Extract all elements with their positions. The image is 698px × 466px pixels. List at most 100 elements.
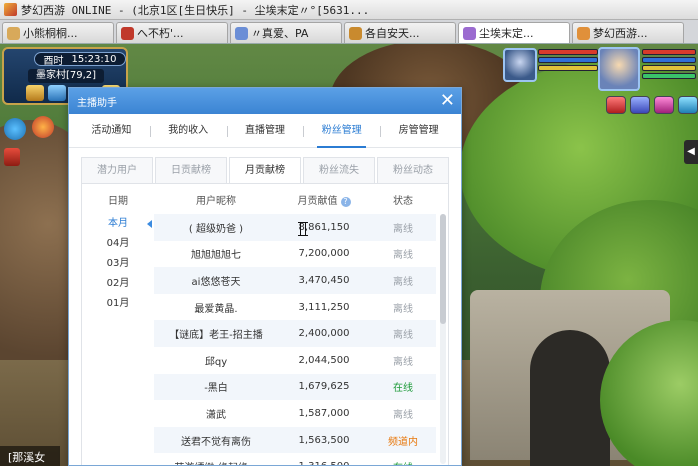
ranking-table: ( 超级奶爸 ) 8,861,150 离线 旭旭旭旭七 7,200,000 离线 ai悠悠苍… (154, 214, 436, 465)
col-value-label: 月贡献值 (297, 195, 338, 207)
effect-icon[interactable] (678, 96, 698, 114)
collapse-arrow-icon[interactable]: ◀ (684, 140, 698, 164)
taskbar-tab[interactable]: 各自安天... (344, 22, 456, 43)
treasure-icon[interactable] (26, 85, 44, 101)
table-row[interactable]: 送君不觉有离伤 1,563,500 频道内 (154, 426, 436, 454)
table-row[interactable]: -黑白 1,679,625 在线 (154, 373, 436, 401)
main-tab[interactable]: 房管管理 (380, 114, 457, 148)
avatar-icon (121, 26, 134, 40)
col-user: 用户昵称 (196, 195, 236, 207)
user-name: 送君不觉有离伤 (181, 436, 251, 448)
contribution-value: 2,044,500 (298, 354, 350, 366)
column-header: 日期 用户昵称 月贡献值? 状态 (82, 184, 448, 214)
status-label: 离线 (393, 303, 413, 315)
player-exp-bar (642, 73, 696, 79)
status-label: 在线 (393, 383, 413, 395)
taskbar-tab[interactable]: 梦幻西游... (572, 22, 684, 43)
account-tabs: 小熊桐桐... へ不朽'... 〃真爱、PA 各自安天... 尘埃末定... 梦幻西游..… (0, 20, 698, 44)
table-row[interactable]: 旭旭旭旭七 7,200,000 离线 (154, 240, 436, 268)
text-cursor-icon (298, 222, 308, 236)
time-period: 酉时 (43, 55, 64, 67)
main-tab[interactable]: 我的收入 (149, 114, 227, 148)
taskbar: 梦幻西游 ONLINE - (北京1区[生日快乐] - 尘埃末定〃°[5631.… (0, 0, 698, 46)
date-item[interactable]: 02月 (82, 274, 154, 294)
col-status: 状态 (393, 195, 413, 207)
main-tab[interactable]: 活动通知 (73, 114, 150, 148)
heart-icon[interactable] (606, 96, 626, 114)
table-row[interactable]: 最爱黄晶. 3,111,250 离线 (154, 293, 436, 321)
clock-value: 15:23:10 (71, 53, 117, 65)
stone-arch (530, 330, 610, 466)
pet-exp-bar (538, 65, 598, 71)
chat-text: [那溪女 (0, 446, 60, 466)
taskbar-tab-label: 梦幻西游... (593, 27, 648, 40)
contribution-value: 1,679,625 (298, 381, 350, 393)
user-name: 【谜底】老王-招主播 (169, 330, 263, 342)
window-title: 梦幻西游 ONLINE - (北京1区[生日快乐] - 尘埃末定〃°[5631.… (21, 3, 370, 17)
avatar-icon (7, 26, 20, 40)
date-item[interactable]: 04月 (82, 234, 154, 254)
contribution-value: 8,861,150 (298, 221, 350, 233)
sub-tab[interactable]: 月贡献榜 (229, 157, 301, 183)
sub-tabs: 潜力用户 日贡献榜 月贡献榜 粉丝流失 粉丝动态 (81, 157, 449, 183)
help-icon[interactable]: ? (340, 196, 351, 207)
scroll-thumb[interactable] (440, 214, 446, 324)
table-row[interactable]: 【谜底】老王-招主播 2,400,000 离线 (154, 320, 436, 347)
col-date: 日期 (108, 195, 128, 207)
taskbar-tab[interactable]: へ不朽'... (116, 22, 228, 43)
status-label: 离线 (393, 330, 413, 342)
contribution-value: 1,587,000 (298, 407, 350, 419)
pet-icon[interactable] (4, 118, 26, 140)
date-item[interactable]: 03月 (82, 254, 154, 274)
pet-mp-bar (538, 57, 598, 63)
avatar-icon (577, 26, 590, 40)
taskbar-tab-label: 各自安天... (365, 27, 420, 40)
user-name: ai悠悠苍天 (191, 276, 241, 288)
close-icon[interactable]: ✕ (440, 92, 455, 110)
main-tab[interactable]: 直播管理 (226, 114, 304, 148)
contribution-value: 2,400,000 (298, 328, 350, 340)
game-clock: 酉时 15:23:10 (34, 52, 126, 67)
date-item[interactable]: 01月 (82, 294, 154, 314)
buff-icon[interactable] (630, 96, 650, 114)
status-label: 离线 (393, 276, 413, 288)
col-value: 月贡献值? (278, 192, 370, 207)
player-anger-bar (642, 65, 696, 71)
taskbar-tab[interactable]: 尘埃末定... (458, 22, 570, 43)
sub-tab[interactable]: 日贡献榜 (155, 157, 227, 183)
status-label: 离线 (393, 409, 413, 421)
player-hp-bar (642, 49, 696, 55)
avatar-icon (349, 26, 362, 40)
contribution-value: 1,316,500 (278, 461, 370, 465)
contribution-value: 3,470,450 (298, 274, 350, 286)
user-name: 旭旭旭旭七 (191, 250, 241, 262)
ranking-panel: 日期 用户昵称 月贡献值? 状态 本月 04月 03月 02月 01月 ( 超级奶爸 )… (81, 183, 449, 465)
player-mp-bar (642, 57, 696, 63)
sub-tab[interactable]: 粉丝流失 (303, 157, 375, 183)
sub-tab[interactable]: 潜力用户 (81, 157, 153, 183)
title-bar: 梦幻西游 ONLINE - (北京1区[生日快乐] - 尘埃末定〃°[5631.… (0, 0, 698, 20)
dialog-header: 主播助手 ✕ (69, 88, 461, 114)
table-row[interactable]: 邱qy 2,044,500 离线 (154, 346, 436, 374)
taskbar-tab[interactable]: 小熊桐桐... (2, 22, 114, 43)
player-portrait[interactable] (598, 47, 640, 91)
notice-icon[interactable] (4, 148, 20, 166)
map-icon[interactable] (48, 85, 66, 101)
monster-icon[interactable] (32, 116, 54, 138)
sub-tab[interactable]: 粉丝动态 (377, 157, 449, 183)
pet-hp-bar (538, 49, 598, 55)
scrollbar[interactable] (440, 214, 446, 464)
taskbar-tab-label: 〃真爱、PA (251, 27, 309, 40)
table-row[interactable]: ai悠悠苍天 3,470,450 离线 (154, 267, 436, 294)
table-row[interactable]: 苏游缥缈-缘起缘...1,316,500在线 (154, 453, 436, 465)
user-name: -黑白 (204, 383, 228, 395)
main-tab[interactable]: 粉丝管理 (303, 114, 380, 148)
table-row[interactable]: ( 超级奶爸 ) 8,861,150 离线 (154, 214, 436, 241)
gem-icon[interactable] (654, 96, 674, 114)
taskbar-tab[interactable]: 〃真爱、PA (230, 22, 342, 43)
table-row[interactable]: 潇武 1,587,000 离线 (154, 400, 436, 427)
dialog-title: 主播助手 (77, 97, 117, 109)
avatar-icon (463, 26, 476, 40)
date-item[interactable]: 本月 (82, 214, 154, 234)
pet-portrait[interactable] (503, 48, 537, 82)
